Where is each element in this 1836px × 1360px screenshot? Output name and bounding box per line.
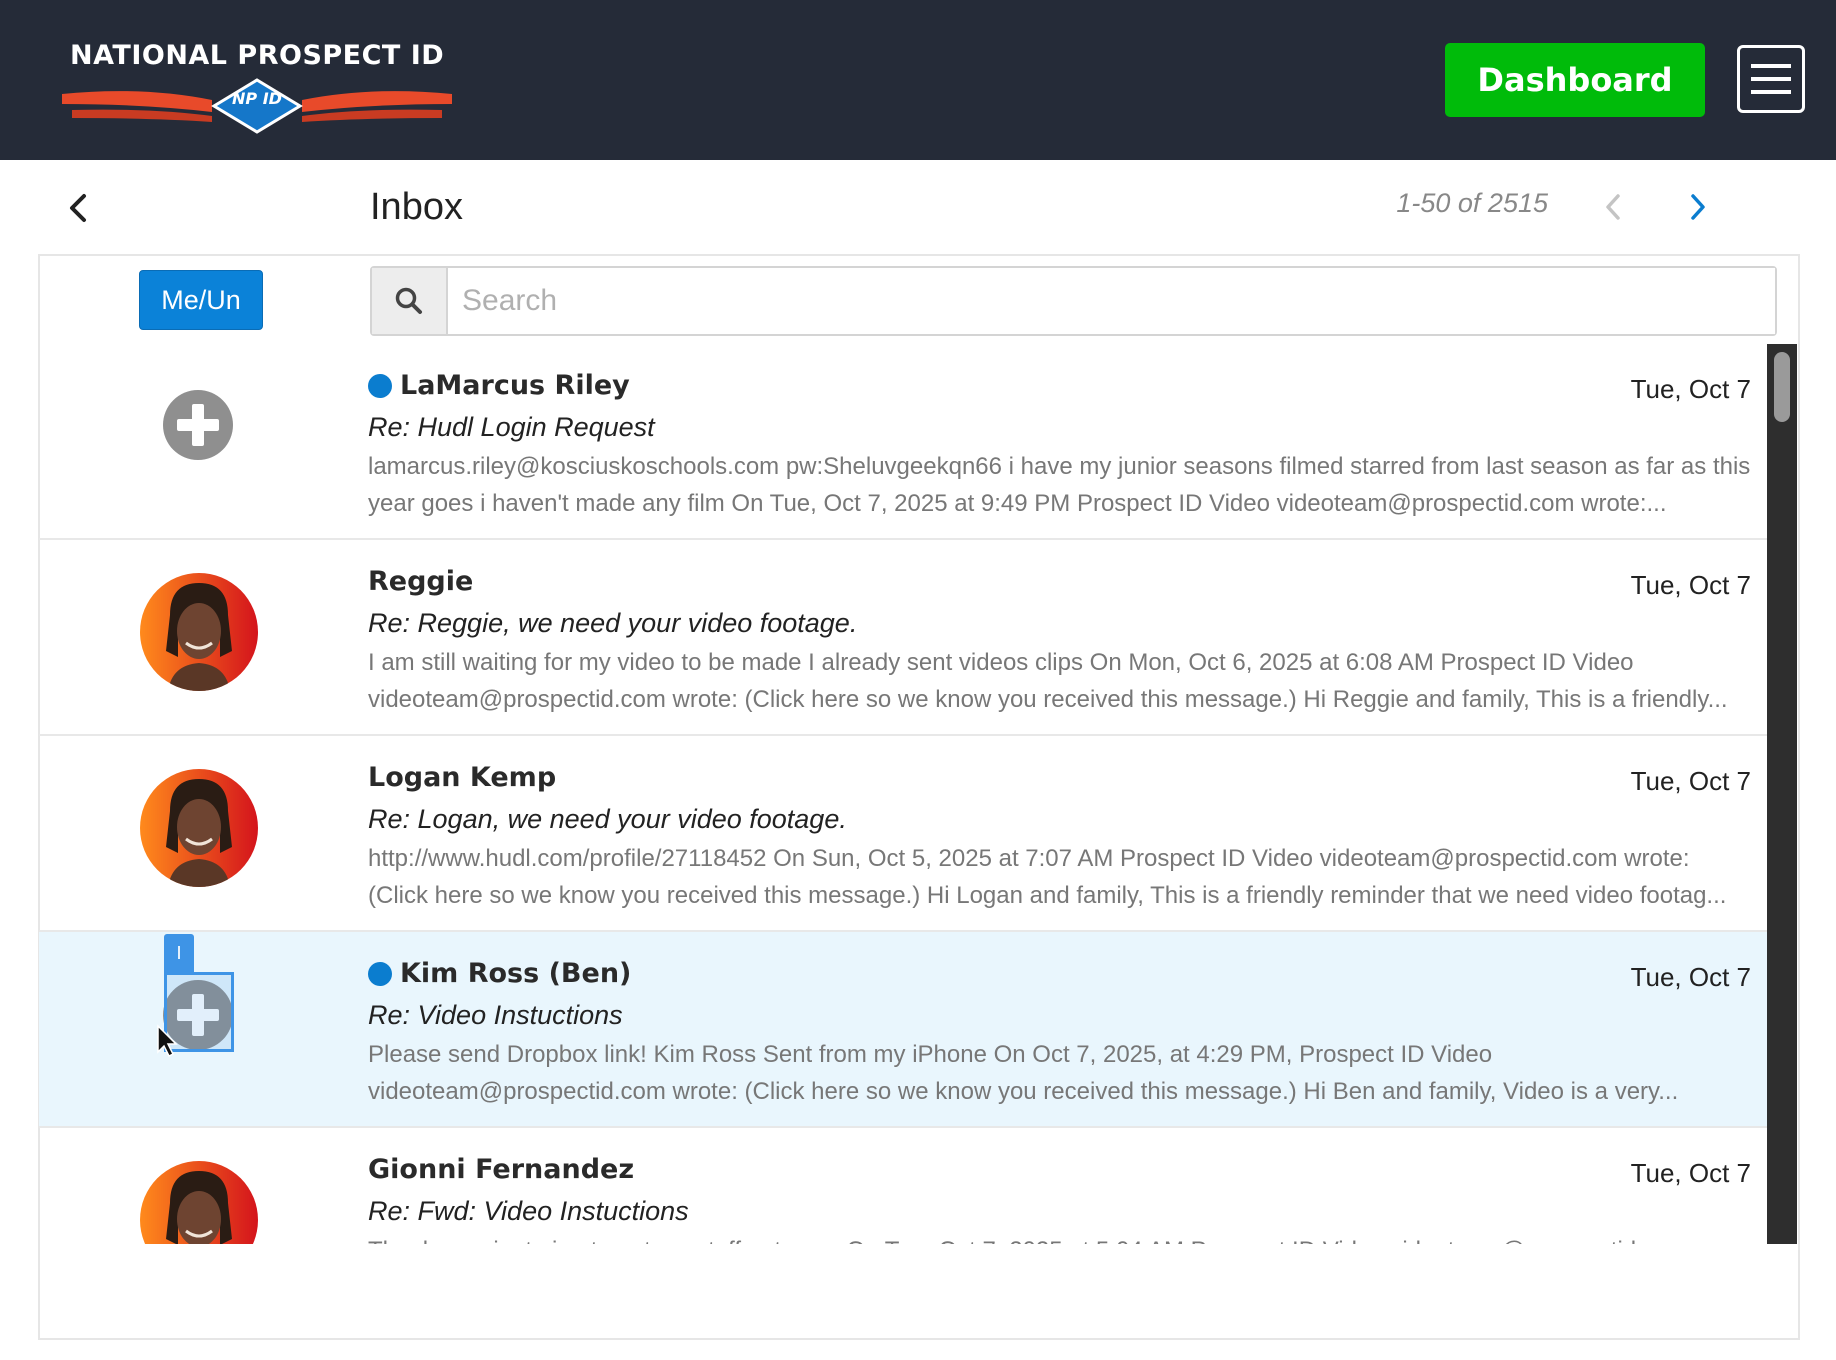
- search-input[interactable]: [448, 268, 1775, 334]
- sender-label: Gionni Fernandez: [368, 1154, 635, 1185]
- scrollbar-thumb[interactable]: [1774, 352, 1790, 422]
- message-preview: lamarcus.riley@kosciuskoschools.com pw:S…: [368, 453, 1751, 517]
- hamburger-icon-line: [1751, 64, 1791, 68]
- message-subject: Re: Video Instuctions: [368, 1000, 623, 1030]
- sender-name: Reggie: [368, 566, 473, 597]
- hamburger-icon-line: [1751, 90, 1791, 94]
- sender-name: LaMarcus Riley: [368, 370, 630, 401]
- back-chevron-icon[interactable]: [62, 188, 96, 228]
- prev-page-chevron-icon[interactable]: [1600, 190, 1626, 224]
- hamburger-menu-button[interactable]: [1737, 45, 1805, 113]
- message-date: Tue, Oct 7: [1630, 962, 1751, 992]
- sender-label: Kim Ross (Ben): [400, 958, 632, 989]
- page-title: Inbox: [370, 186, 463, 228]
- message-row[interactable]: Kim Ross (Ben) Tue, Oct 7 Re: Video Inst…: [39, 932, 1767, 1128]
- message-subject: Re: Logan, we need your video footage.: [368, 804, 847, 834]
- message-preview: Please send Dropbox link! Kim Ross Sent …: [368, 1041, 1679, 1105]
- unread-dot-icon: [368, 373, 392, 398]
- player-photo-icon: [140, 573, 258, 691]
- player-photo-icon: [140, 1161, 258, 1244]
- message-row[interactable]: Gionni Fernandez Tue, Oct 7 Re: Fwd: Vid…: [39, 1128, 1767, 1244]
- sender-label: Logan Kemp: [368, 762, 557, 793]
- message-subject: Re: Hudl Login Request: [368, 412, 655, 442]
- avatar: [140, 573, 258, 691]
- message-date: Tue, Oct 7: [1630, 1158, 1751, 1188]
- message-subject: Re: Reggie, we need your video footage.: [368, 608, 858, 638]
- add-contact-plus-icon[interactable]: [163, 390, 233, 460]
- pagination-range: 1-50 of 2515: [1396, 188, 1548, 218]
- hamburger-icon-line: [1751, 77, 1791, 81]
- sender-name: Logan Kemp: [368, 762, 556, 793]
- sender-name: Gionni Fernandez: [368, 1154, 634, 1185]
- message-date: Tue, Oct 7: [1630, 570, 1751, 600]
- logo-wings-icon: NP ID: [62, 78, 452, 134]
- message-subject: Re: Fwd: Video Instuctions: [368, 1196, 689, 1226]
- avatar: [140, 769, 258, 887]
- logo-text: NATIONAL PROSPECT ID: [70, 40, 445, 71]
- sender-name: Kim Ross (Ben): [368, 958, 631, 989]
- logo-badge-text: NP ID: [232, 89, 282, 108]
- avatar: [140, 1161, 258, 1244]
- message-row[interactable]: Logan Kemp Tue, Oct 7 Re: Logan, we need…: [39, 736, 1767, 932]
- message-date: Tue, Oct 7: [1630, 766, 1751, 796]
- selection-tag: I: [164, 934, 194, 972]
- message-date: Tue, Oct 7: [1630, 374, 1751, 404]
- me-un-filter-button[interactable]: Me/Un: [139, 270, 263, 330]
- top-navbar: NATIONAL PROSPECT ID NP ID Dashboard: [0, 0, 1836, 160]
- message-preview: I am still waiting for my video to be ma…: [368, 649, 1728, 713]
- list-scrollbar[interactable]: [1767, 344, 1797, 1244]
- message-list: LaMarcus Riley Tue, Oct 7 Re: Hudl Login…: [39, 344, 1767, 1244]
- message-row[interactable]: Reggie Tue, Oct 7 Re: Reggie, we need yo…: [39, 540, 1767, 736]
- sender-label: Reggie: [368, 566, 474, 597]
- player-photo-icon: [140, 769, 258, 887]
- dashboard-button[interactable]: Dashboard: [1445, 43, 1705, 117]
- message-preview: Thank you, im trying to get my stuff out…: [368, 1232, 1752, 1244]
- search-icon[interactable]: [372, 268, 448, 334]
- next-page-chevron-icon[interactable]: [1685, 190, 1711, 224]
- message-row[interactable]: LaMarcus Riley Tue, Oct 7 Re: Hudl Login…: [39, 344, 1767, 540]
- message-preview: http://www.hudl.com/profile/27118452 On …: [368, 845, 1727, 909]
- magnifier-icon: [395, 287, 422, 314]
- mouse-cursor-icon: [157, 1024, 178, 1058]
- npid-logo[interactable]: NATIONAL PROSPECT ID NP ID: [62, 34, 452, 134]
- unread-dot-icon: [368, 961, 392, 986]
- sender-label: LaMarcus Riley: [400, 370, 630, 401]
- search-bar: [370, 266, 1777, 336]
